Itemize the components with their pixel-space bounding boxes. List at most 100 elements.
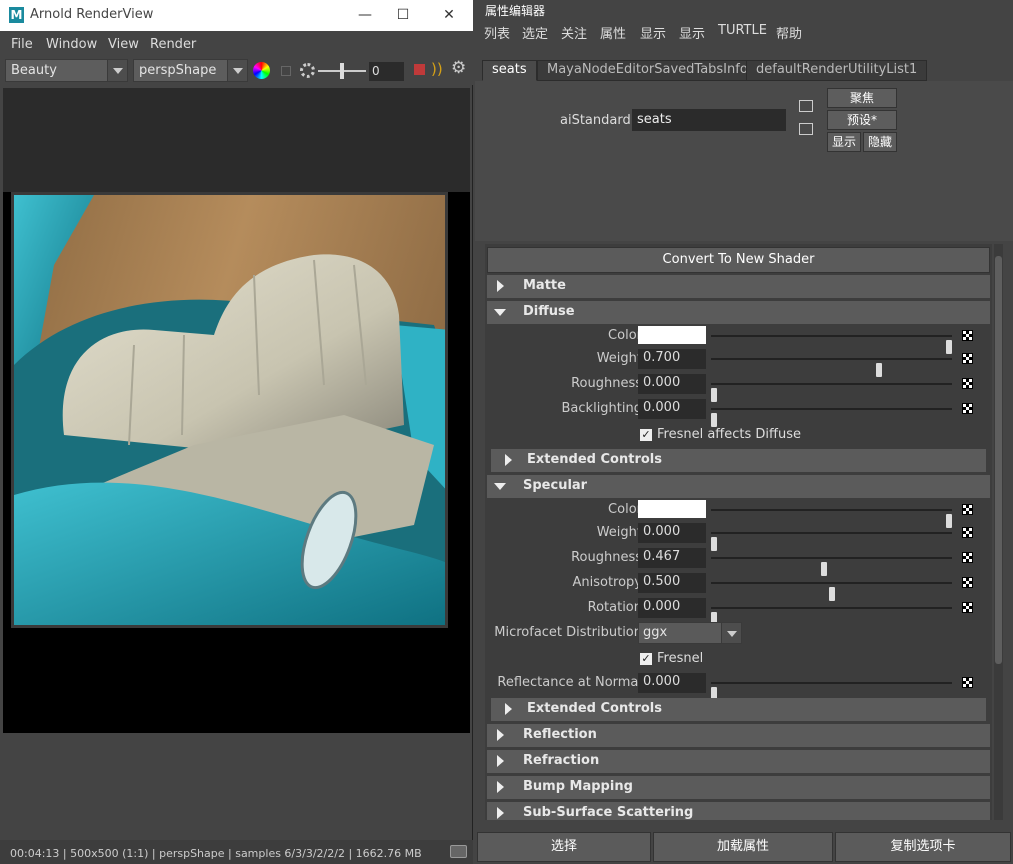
aperture-icon[interactable] xyxy=(300,63,315,78)
specular-weight-field[interactable]: 0.000 xyxy=(638,523,706,543)
menu-show[interactable]: 显示 xyxy=(640,23,666,42)
diffuse-roughness-field[interactable]: 0.000 xyxy=(638,374,706,394)
diffuse-color-swatch[interactable] xyxy=(638,326,706,344)
map-button-icon[interactable] xyxy=(962,552,973,563)
menu-attributes[interactable]: 属性 xyxy=(600,23,626,42)
attribute-editor-footer: 选择 加载属性 复制选项卡 xyxy=(475,831,1013,864)
diffuse-roughness-row: Roughness 0.000 xyxy=(485,372,992,402)
microfacet-distribution-dropdown[interactable]: ggx xyxy=(638,622,742,644)
menu-list[interactable]: 列表 xyxy=(484,23,510,42)
map-button-icon[interactable] xyxy=(962,577,973,588)
node-name-field[interactable]: seats xyxy=(632,109,786,131)
map-button-icon[interactable] xyxy=(962,677,973,688)
section-diffuse-extended-controls[interactable]: Extended Controls xyxy=(491,449,986,472)
menu-turtle[interactable]: TURTLE xyxy=(718,23,767,38)
exposure-field[interactable]: 0 xyxy=(369,62,404,81)
specular-weight-slider[interactable] xyxy=(711,532,952,551)
attribute-scrollbar[interactable] xyxy=(994,244,1003,820)
specular-rotation-field[interactable]: 0.000 xyxy=(638,598,706,618)
gear-icon[interactable]: ⚙ xyxy=(451,60,468,77)
diffuse-color-slider[interactable] xyxy=(711,335,952,354)
fresnel-affects-diffuse-checkbox[interactable]: ✓ xyxy=(640,429,652,441)
section-matte[interactable]: Matte xyxy=(487,275,990,298)
map-button-icon[interactable] xyxy=(962,353,973,364)
input-connection-icon[interactable] xyxy=(799,100,813,112)
map-button-icon[interactable] xyxy=(962,403,973,414)
exposure-slider-handle[interactable] xyxy=(340,63,344,79)
ipr-icon[interactable]: )) xyxy=(431,61,447,77)
tab-default-render-utility-list[interactable]: defaultRenderUtilityList1 xyxy=(746,60,928,81)
render-view-menubar: File Window View Render xyxy=(0,31,473,57)
rendered-car-seat-image xyxy=(14,195,445,625)
triangle-right-icon xyxy=(497,729,504,741)
map-button-icon[interactable] xyxy=(962,602,973,613)
menu-display[interactable]: 显示 xyxy=(679,23,705,42)
menu-focus[interactable]: 关注 xyxy=(561,23,587,42)
output-connection-icon[interactable] xyxy=(799,123,813,135)
section-sub-surface-scattering[interactable]: Sub-Surface Scattering xyxy=(487,802,990,820)
section-refraction[interactable]: Refraction xyxy=(487,750,990,773)
menu-view[interactable]: View xyxy=(108,37,139,52)
triangle-right-icon xyxy=(497,755,504,767)
select-button[interactable]: 选择 xyxy=(477,832,651,862)
snapshot-camera-icon[interactable] xyxy=(450,845,467,858)
close-button[interactable]: ✕ xyxy=(436,5,462,25)
menu-render[interactable]: Render xyxy=(150,37,196,52)
render-status-bar: 00:04:13 | 500x500 (1:1) | perspShape | … xyxy=(0,840,473,864)
tab-maya-node-editor-saved-tabs-info[interactable]: MayaNodeEditorSavedTabsInfo xyxy=(537,60,758,81)
map-button-icon[interactable] xyxy=(962,527,973,538)
map-button-icon[interactable] xyxy=(962,330,973,341)
diffuse-backlighting-field[interactable]: 0.000 xyxy=(638,399,706,419)
section-reflection[interactable]: Reflection xyxy=(487,724,990,747)
section-specular[interactable]: Specular xyxy=(487,475,990,498)
specular-color-row: Color xyxy=(485,498,992,528)
minimize-button[interactable]: — xyxy=(352,5,378,25)
section-diffuse[interactable]: Diffuse xyxy=(487,301,990,324)
maximize-button[interactable]: ☐ xyxy=(390,5,416,25)
reflectance-at-normal-field[interactable]: 0.000 xyxy=(638,673,706,693)
convert-to-new-shader-button[interactable]: Convert To New Shader xyxy=(487,247,990,273)
triangle-right-icon xyxy=(505,454,512,466)
diffuse-weight-slider[interactable] xyxy=(711,358,952,377)
specular-color-swatch[interactable] xyxy=(638,500,706,518)
tab-seats[interactable]: seats xyxy=(482,60,537,81)
map-button-icon[interactable] xyxy=(962,378,973,389)
specular-roughness-field[interactable]: 0.467 xyxy=(638,548,706,568)
menu-selected[interactable]: 选定 xyxy=(522,23,548,42)
section-bump-mapping[interactable]: Bump Mapping xyxy=(487,776,990,799)
section-specular-extended-controls[interactable]: Extended Controls xyxy=(491,698,986,721)
triangle-right-icon xyxy=(497,280,504,292)
stop-render-icon[interactable] xyxy=(414,64,425,75)
copy-tab-button[interactable]: 复制选项卡 xyxy=(835,832,1011,862)
color-channel-icon[interactable] xyxy=(253,62,270,79)
scrollbar-thumb[interactable] xyxy=(995,256,1002,664)
specular-roughness-slider[interactable] xyxy=(711,557,952,576)
menu-window[interactable]: Window xyxy=(46,37,97,52)
focus-button[interactable]: 聚焦 xyxy=(827,88,897,108)
menu-file[interactable]: File xyxy=(11,37,33,52)
menu-help[interactable]: 帮助 xyxy=(776,23,802,42)
region-icon[interactable] xyxy=(281,66,291,76)
diffuse-backlighting-slider[interactable] xyxy=(711,408,952,427)
specular-fresnel-row: ✓ Fresnel xyxy=(640,651,704,666)
hide-button[interactable]: 隐藏 xyxy=(863,132,897,152)
diffuse-roughness-slider[interactable] xyxy=(711,383,952,402)
map-button-icon[interactable] xyxy=(962,504,973,515)
specular-anisotropy-field[interactable]: 0.500 xyxy=(638,573,706,593)
triangle-down-icon xyxy=(494,309,506,316)
aov-dropdown[interactable]: Beauty xyxy=(5,59,128,82)
show-button[interactable]: 显示 xyxy=(827,132,861,152)
specular-anisotropy-slider[interactable] xyxy=(711,582,952,601)
presets-button[interactable]: 预设* xyxy=(827,110,897,130)
load-attributes-button[interactable]: 加载属性 xyxy=(653,832,833,862)
reflectance-at-normal-slider[interactable] xyxy=(711,682,952,701)
triangle-down-icon xyxy=(494,483,506,490)
specular-fresnel-checkbox[interactable]: ✓ xyxy=(640,653,652,665)
specular-color-slider[interactable] xyxy=(711,509,952,528)
diffuse-weight-field[interactable]: 0.700 xyxy=(638,349,706,369)
camera-dropdown[interactable]: perspShape xyxy=(133,59,248,82)
attribute-scroll-area[interactable]: Convert To New Shader Matte Diffuse Colo… xyxy=(485,244,992,820)
specular-rotation-slider[interactable] xyxy=(711,607,952,626)
render-status-text: 00:04:13 | 500x500 (1:1) | perspShape | … xyxy=(10,847,422,860)
exposure-slider[interactable] xyxy=(318,63,366,79)
